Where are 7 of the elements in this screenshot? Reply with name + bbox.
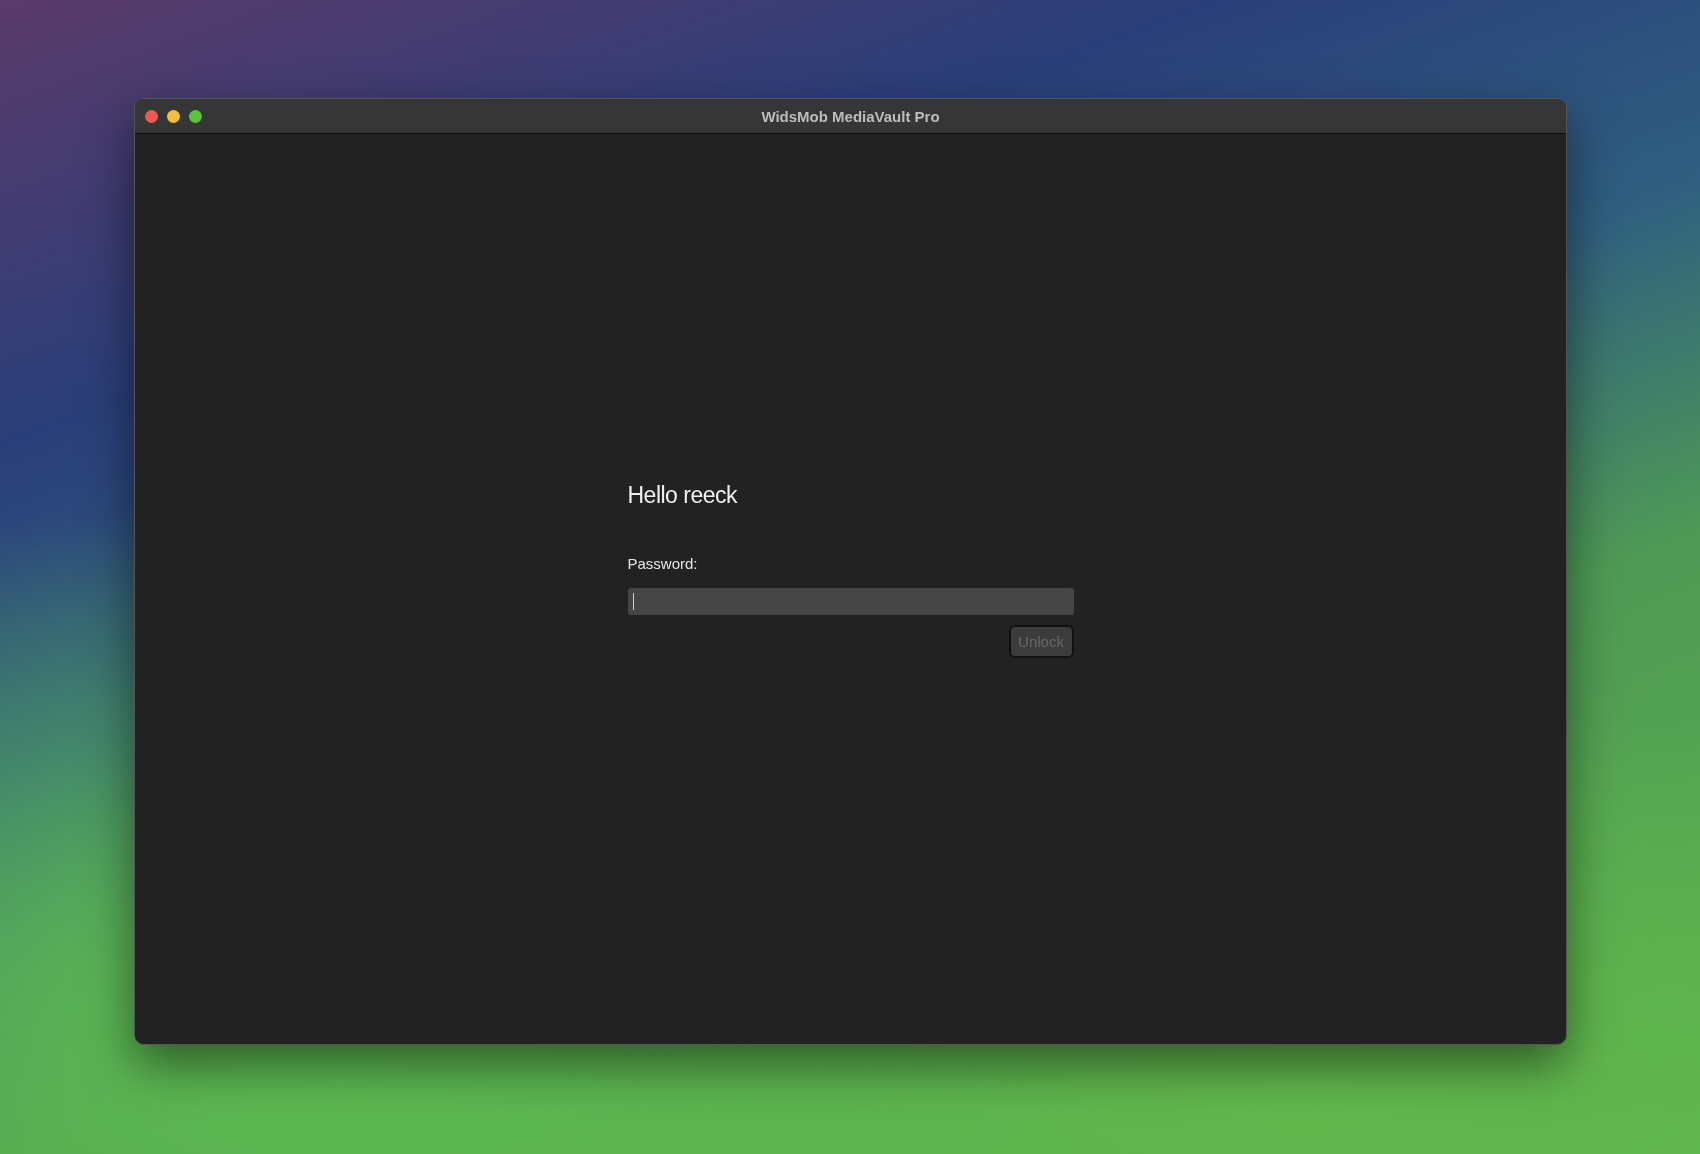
password-field[interactable]	[627, 588, 1074, 615]
close-button[interactable]	[145, 109, 158, 123]
minimize-button[interactable]	[167, 109, 180, 123]
zoom-button[interactable]	[189, 109, 202, 123]
greeting-text: Hello reeck	[627, 482, 739, 509]
window-title: WidsMob MediaVault Pro	[761, 107, 940, 125]
password-label: Password:	[627, 555, 699, 572]
